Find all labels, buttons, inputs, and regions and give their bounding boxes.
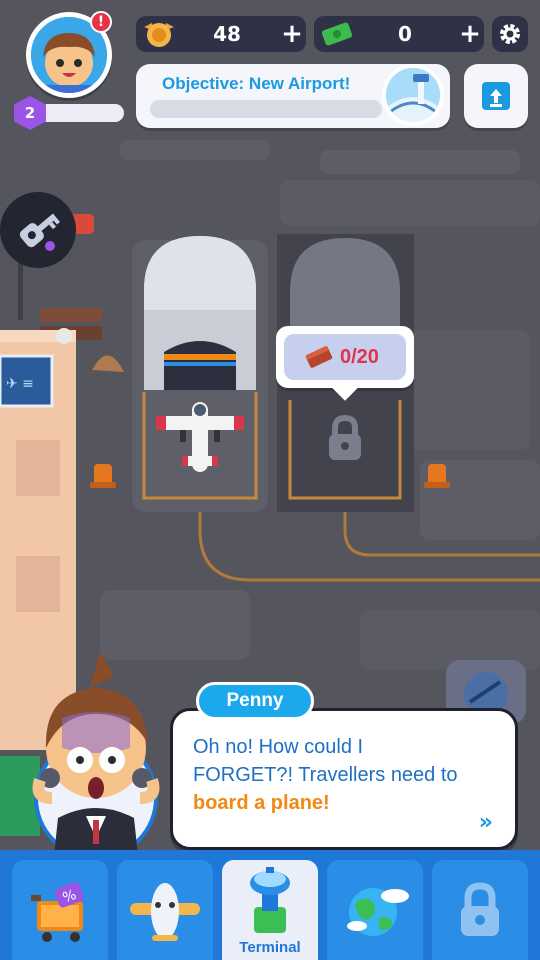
objective-progress-bar (150, 100, 382, 118)
brick-icon (305, 346, 333, 368)
tab-terminal-label: Terminal (239, 939, 301, 956)
gear-icon (500, 24, 520, 44)
bricks-requirement: 0/20 (284, 334, 406, 380)
tab-world[interactable] (327, 860, 423, 960)
airplane-icon (130, 883, 200, 941)
globe-icon (347, 888, 409, 936)
settings-button[interactable] (492, 16, 528, 52)
inventory-upload-button[interactable] (464, 64, 528, 128)
notification-badge: ! (90, 11, 112, 33)
shopping-cart-icon: % (31, 882, 84, 942)
dialog-box[interactable]: Oh no! How could I FORGET?! Travellers n… (170, 708, 518, 850)
coins-value: 48 (213, 22, 241, 46)
tab-locked[interactable] (432, 860, 528, 960)
tab-shop[interactable]: % (12, 860, 108, 960)
cash-bill-icon (321, 22, 353, 46)
medal-coin-icon (144, 23, 174, 47)
cash-value: 0 (398, 22, 412, 46)
cash-counter[interactable]: 0 + (314, 16, 484, 52)
objective-label: Objective: New Airport! (162, 74, 351, 93)
upload-box-icon (482, 82, 510, 110)
lock-icon (461, 882, 499, 936)
bottom-tab-bar: % Terminal (0, 850, 540, 960)
hangar-bricks-popup[interactable]: 0/20 (276, 326, 414, 388)
tab-planes[interactable] (117, 860, 213, 960)
svg-text:✈ ≡: ✈ ≡ (6, 376, 34, 392)
bricks-progress-text: 0/20 (340, 345, 379, 368)
terminal-tower-icon (250, 867, 290, 933)
airport-tower-icon (382, 64, 444, 126)
dialog-text: Oh no! How could I FORGET?! Travellers n… (193, 733, 513, 817)
dialog-next-button[interactable]: » (479, 810, 493, 835)
speaker-name-tag: Penny (196, 682, 314, 720)
hangar-lock-icon (325, 414, 365, 462)
penny-character (22, 648, 172, 874)
dialog-line-2: FORGET?! Travellers need to (193, 764, 458, 786)
key-icon (19, 213, 60, 251)
coins-counter[interactable]: 48 + (136, 16, 306, 52)
tab-terminal[interactable]: Terminal (222, 860, 318, 960)
add-cash-button[interactable]: + (456, 16, 484, 52)
objective-panel[interactable]: Objective: New Airport! (136, 64, 450, 128)
dialog-line-3-highlight: board a plane! (193, 792, 330, 814)
dialog-line-1: Oh no! How could I (193, 736, 364, 758)
add-coins-button[interactable]: + (278, 16, 306, 52)
keys-button[interactable] (0, 192, 76, 268)
